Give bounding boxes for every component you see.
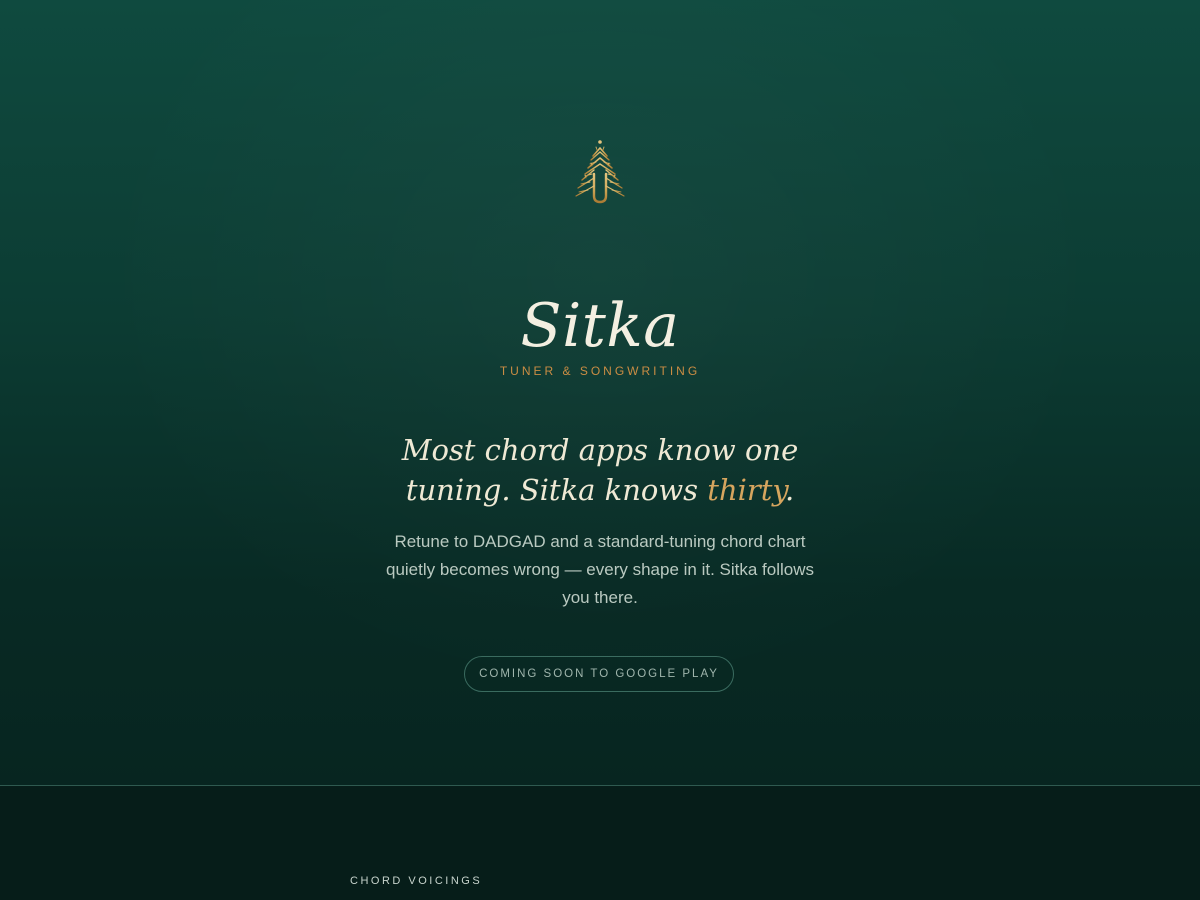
headline-accent-word: thirty bbox=[707, 473, 785, 507]
app-tagline: TUNER & SONGWRITING bbox=[499, 364, 701, 378]
hero-description: Retune to DADGAD and a standard-tuning c… bbox=[385, 532, 815, 607]
hero-section: Sitka TUNER & SONGWRITING Most chord app… bbox=[0, 0, 1200, 785]
chord-voicings-section bbox=[0, 786, 1200, 900]
section-label-chord-voicings: CHORD VOICINGS bbox=[350, 875, 483, 887]
hero-headline: Most chord apps know one tuning. Sitka k… bbox=[350, 430, 850, 510]
headline-period: . bbox=[784, 473, 795, 507]
coming-soon-google-play-button[interactable]: COMING SOON TO GOOGLE PLAY bbox=[464, 656, 734, 692]
spruce-tree-tuning-fork-icon bbox=[575, 140, 625, 230]
app-title: Sitka bbox=[520, 291, 680, 361]
